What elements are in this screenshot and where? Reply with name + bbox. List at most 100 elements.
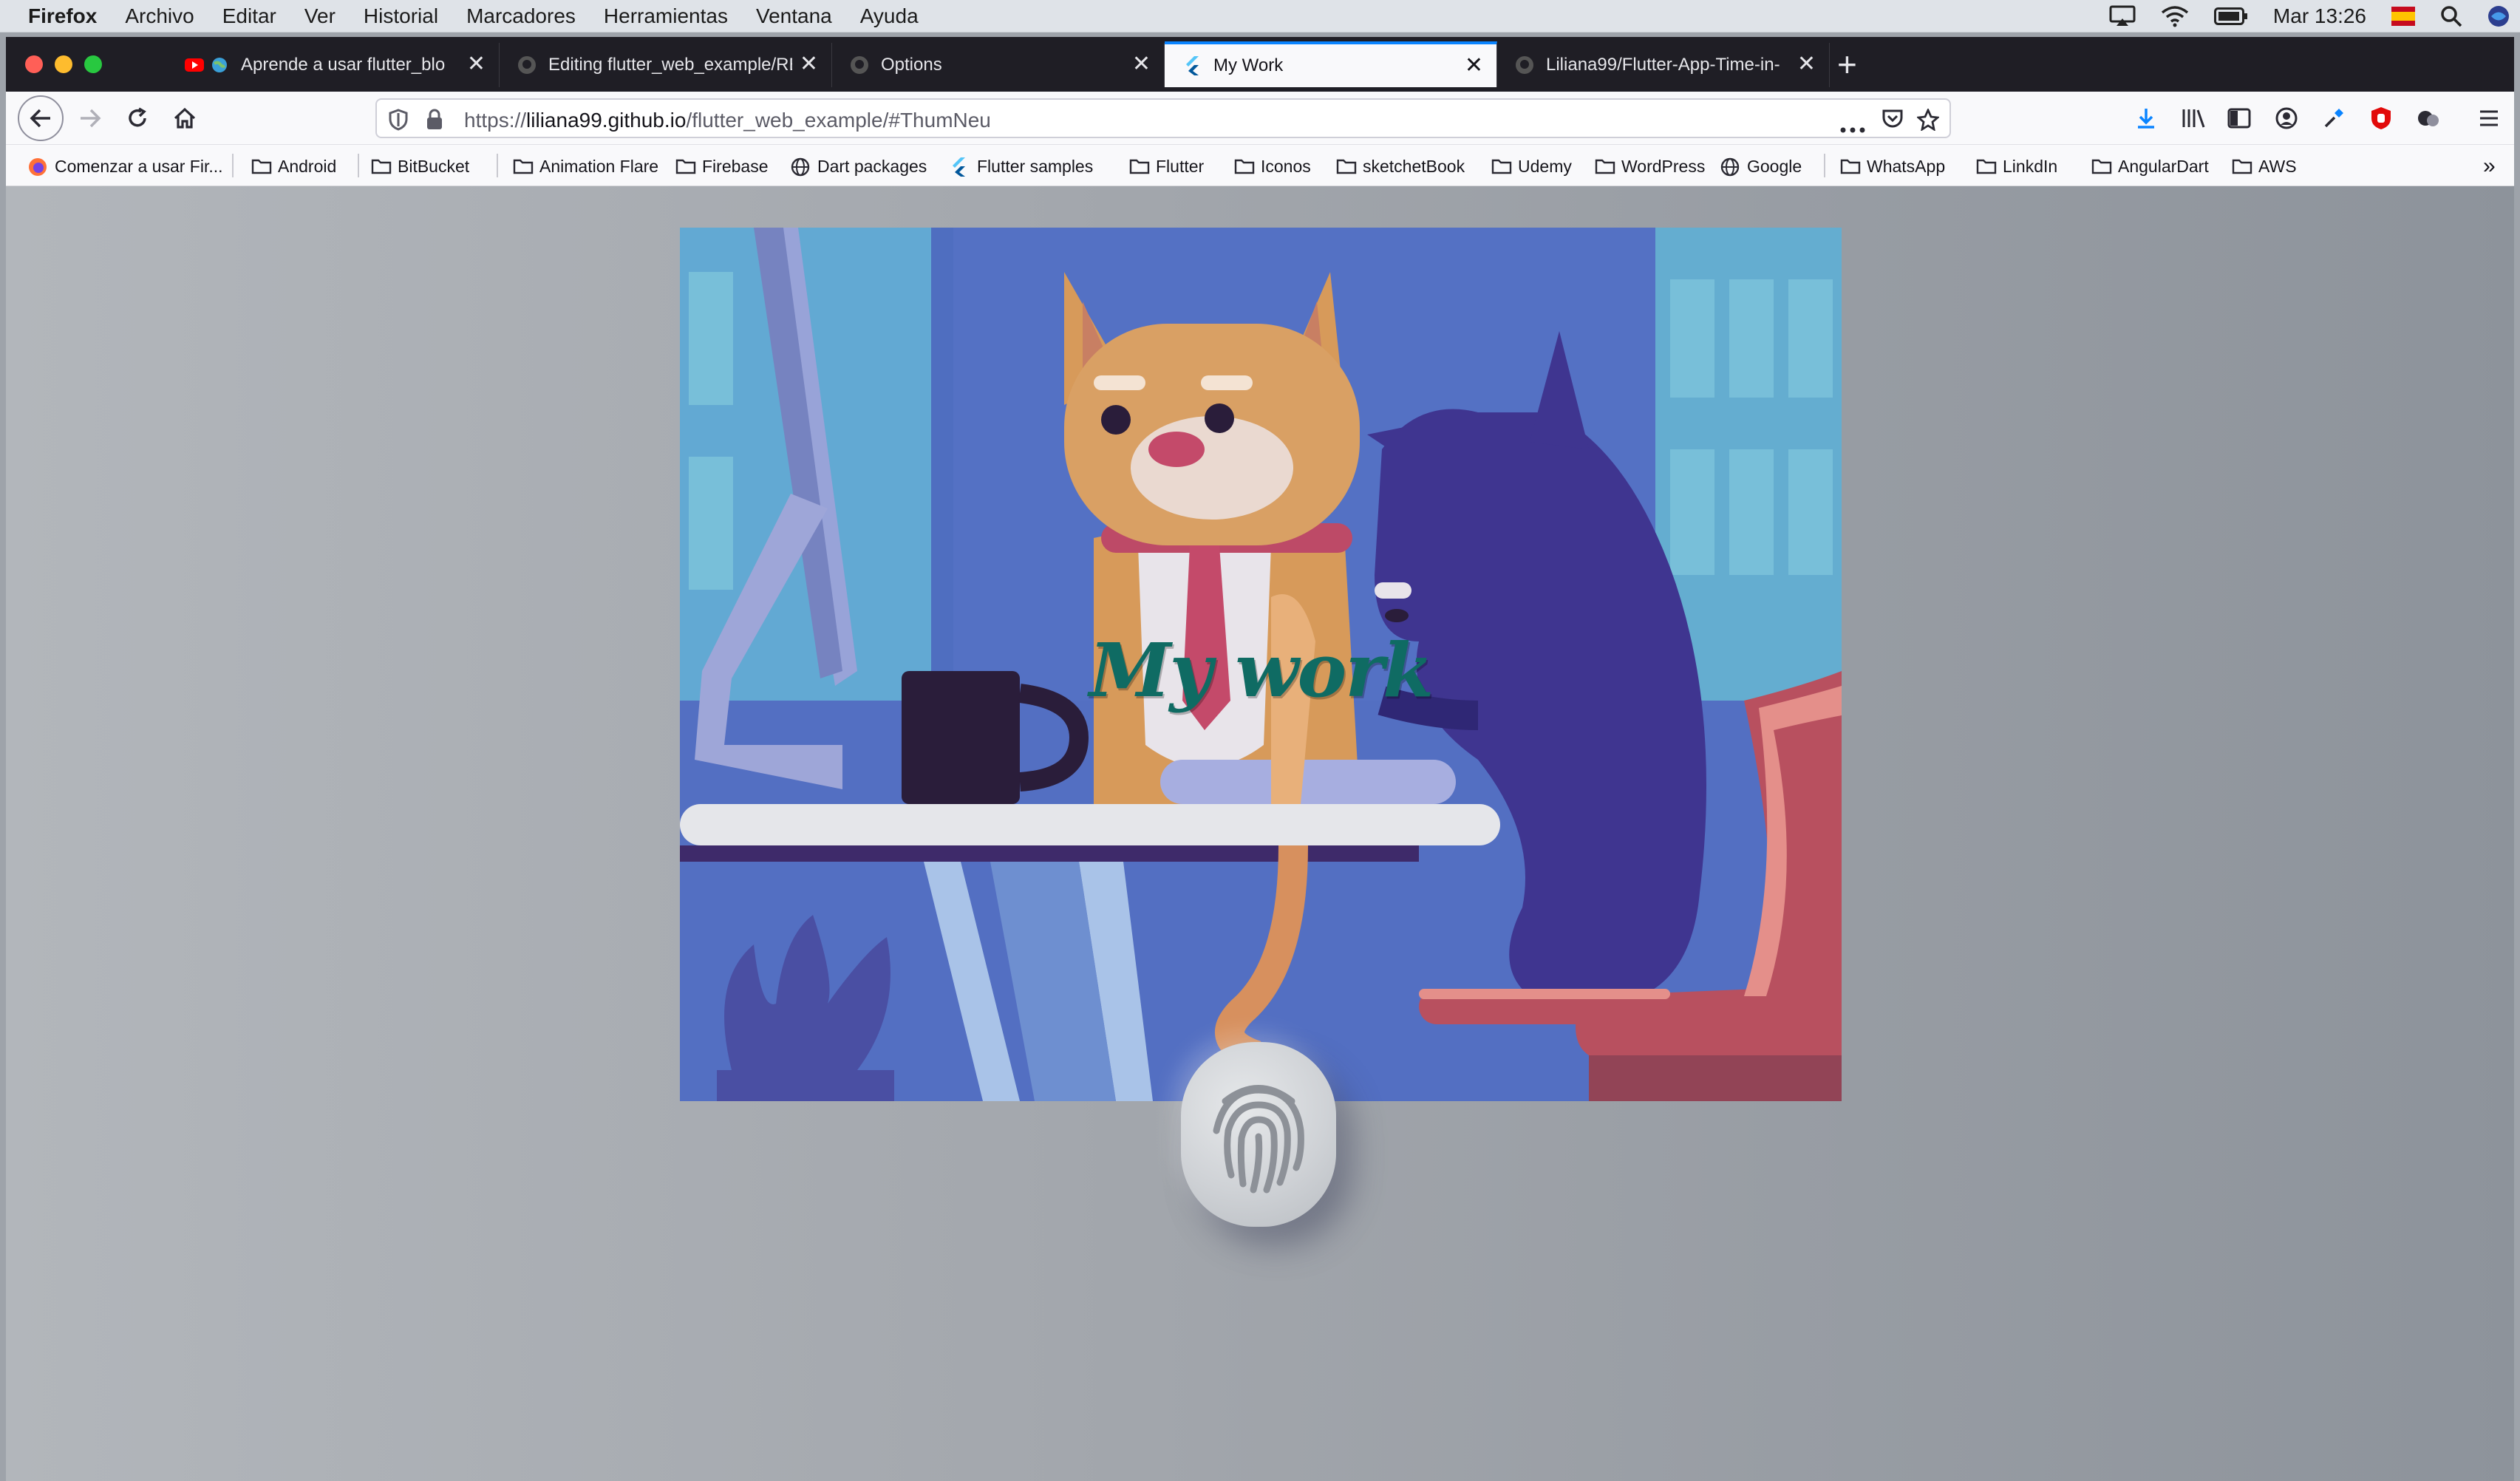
bookmark-angulardart[interactable]: AngularDart bbox=[2091, 155, 2209, 177]
battery-icon[interactable] bbox=[2213, 7, 2248, 25]
bookmark-bitbucket[interactable]: BitBucket bbox=[371, 155, 469, 177]
back-arrow-icon bbox=[30, 109, 50, 128]
url-prefix: https:// bbox=[464, 109, 527, 132]
bookmark-star-icon[interactable] bbox=[1915, 107, 1941, 136]
bookmark-wordpress[interactable]: WordPress bbox=[1595, 155, 1705, 177]
fingerprint-button[interactable] bbox=[1181, 1042, 1336, 1227]
close-tab-icon[interactable]: ✕ bbox=[1132, 53, 1151, 75]
close-tab-icon[interactable]: ✕ bbox=[800, 53, 818, 75]
new-tab-button[interactable]: + bbox=[1837, 46, 1857, 83]
bookmark-label: Firebase bbox=[702, 156, 769, 176]
tab-aprende-flutter[interactable]: Aprende a usar flutter_blo ✕ bbox=[167, 43, 500, 87]
reload-button[interactable] bbox=[120, 101, 155, 136]
tab-my-work[interactable]: My Work ✕ bbox=[1165, 41, 1497, 87]
menu-historial[interactable]: Historial bbox=[364, 4, 438, 28]
tab-strip: Aprende a usar flutter_blo ✕ Editing flu… bbox=[6, 37, 2514, 92]
menu-ventana[interactable]: Ventana bbox=[756, 4, 832, 28]
tracking-protection-shield-icon[interactable] bbox=[389, 109, 408, 136]
forward-arrow-icon bbox=[81, 109, 101, 128]
bookmark-label: sketchetBook bbox=[1363, 156, 1465, 176]
hero-illustration: My work bbox=[680, 228, 1842, 1101]
bookmark-udemy[interactable]: Udemy bbox=[1491, 155, 1572, 177]
globe-icon bbox=[210, 55, 229, 75]
menu-marcadores[interactable]: Marcadores bbox=[466, 4, 576, 28]
bookmark-firebase[interactable]: Firebase bbox=[675, 155, 768, 177]
tab-label: Options bbox=[881, 55, 942, 75]
account-icon[interactable] bbox=[2269, 101, 2304, 136]
tab-label: Liliana99/Flutter-App-Time-in- bbox=[1546, 55, 1780, 75]
eyedropper-icon[interactable] bbox=[2316, 101, 2352, 136]
menu-editar[interactable]: Editar bbox=[222, 4, 276, 28]
bookmark-iconos[interactable]: Iconos bbox=[1234, 155, 1311, 177]
folder-icon bbox=[513, 157, 534, 175]
library-icon[interactable] bbox=[2176, 101, 2211, 136]
tab-label: Aprende a usar flutter_blo bbox=[241, 55, 446, 75]
menubar-clock[interactable]: Mar 13:26 bbox=[2273, 4, 2366, 28]
spain-flag-icon[interactable] bbox=[2391, 5, 2415, 27]
tab-options[interactable]: Options ✕ bbox=[832, 43, 1165, 87]
menu-archivo[interactable]: Archivo bbox=[125, 4, 194, 28]
bookmark-dart-packages[interactable]: Dart packages bbox=[791, 155, 927, 177]
macos-menu-bar: Firefox Archivo Editar Ver Historial Mar… bbox=[0, 0, 2520, 33]
close-tab-icon[interactable]: ✕ bbox=[1465, 55, 1483, 77]
bookmark-flutter-samples[interactable]: Flutter samples bbox=[950, 155, 1093, 177]
home-button[interactable] bbox=[167, 101, 202, 136]
app-menu[interactable]: Firefox bbox=[28, 4, 97, 28]
extension-icon[interactable] bbox=[2411, 101, 2446, 136]
bookmark-label: LinkdIn bbox=[2003, 156, 2058, 176]
address-bar[interactable]: https://liliana99.github.io/flutter_web_… bbox=[375, 98, 1951, 138]
bookmark-label: Animation Flare bbox=[539, 156, 659, 176]
bookmark-comenzar-a-usar-fir[interactable]: Comenzar a usar Fir... bbox=[28, 155, 223, 177]
reload-icon bbox=[129, 107, 146, 127]
zoom-window-button[interactable] bbox=[84, 55, 102, 73]
tab-liliana-repo[interactable]: Liliana99/Flutter-App-Time-in- ✕ bbox=[1497, 43, 1830, 87]
bookmark-android[interactable]: Android bbox=[251, 155, 336, 177]
menu-ver[interactable]: Ver bbox=[304, 4, 336, 28]
close-tab-icon[interactable]: ✕ bbox=[1797, 53, 1816, 75]
bookmark-aws[interactable]: AWS bbox=[2232, 155, 2297, 177]
downloads-icon[interactable] bbox=[2128, 101, 2164, 136]
sidebar-icon[interactable] bbox=[2221, 101, 2257, 136]
bookmark-label: WhatsApp bbox=[1867, 156, 1946, 176]
pocket-icon[interactable] bbox=[1882, 109, 1904, 135]
globe-icon bbox=[1720, 157, 1741, 177]
url-path: /flutter_web_example/#ThumNeu bbox=[686, 109, 991, 132]
siri-icon[interactable] bbox=[2487, 5, 2510, 27]
bookmarks-overflow-chevron-icon[interactable]: » bbox=[2483, 154, 2496, 178]
forward-button[interactable] bbox=[72, 101, 108, 136]
close-window-button[interactable] bbox=[25, 55, 43, 73]
spotlight-search-icon[interactable] bbox=[2440, 5, 2462, 27]
menu-ayuda[interactable]: Ayuda bbox=[860, 4, 919, 28]
lock-icon[interactable] bbox=[426, 109, 443, 136]
folder-icon bbox=[371, 157, 392, 175]
back-button[interactable] bbox=[18, 95, 64, 141]
browser-window: Aprende a usar flutter_blo ✕ Editing flu… bbox=[6, 37, 2514, 1481]
bookmark-linkdin[interactable]: LinkdIn bbox=[1976, 155, 2057, 177]
folder-icon bbox=[1129, 157, 1150, 175]
flutter-icon bbox=[950, 157, 971, 177]
bookmark-whatsapp[interactable]: WhatsApp bbox=[1840, 155, 1945, 177]
ublock-extension-icon[interactable] bbox=[2363, 101, 2399, 136]
bookmark-animation-flare[interactable]: Animation Flare bbox=[513, 155, 658, 177]
bookmark-sketchetbook[interactable]: sketchetBook bbox=[1336, 155, 1465, 177]
bookmark-flutter[interactable]: Flutter bbox=[1129, 155, 1204, 177]
hamburger-menu-icon[interactable] bbox=[2471, 101, 2507, 136]
home-icon bbox=[174, 107, 196, 129]
page-actions-menu-icon[interactable] bbox=[1840, 115, 1865, 138]
bookmark-label: Google bbox=[1747, 156, 1802, 176]
minimize-window-button[interactable] bbox=[55, 55, 72, 73]
globe-icon bbox=[791, 157, 811, 177]
wifi-icon[interactable] bbox=[2161, 5, 2189, 27]
bookmark-label: Flutter samples bbox=[977, 156, 1094, 176]
url-text[interactable]: https://liliana99.github.io/flutter_web_… bbox=[464, 109, 991, 132]
bookmark-label: WordPress bbox=[1621, 156, 1706, 176]
tab-editing-readme[interactable]: Editing flutter_web_example/RE ✕ bbox=[500, 43, 832, 87]
close-tab-icon[interactable]: ✕ bbox=[467, 53, 486, 75]
airplay-icon[interactable] bbox=[2109, 5, 2136, 27]
bookmark-google[interactable]: Google bbox=[1720, 155, 1802, 177]
menu-herramientas[interactable]: Herramientas bbox=[604, 4, 728, 28]
page-title: My work bbox=[1089, 627, 1434, 714]
github-icon bbox=[517, 55, 537, 75]
folder-icon bbox=[1840, 157, 1861, 175]
bookmark-label: Android bbox=[278, 156, 337, 176]
